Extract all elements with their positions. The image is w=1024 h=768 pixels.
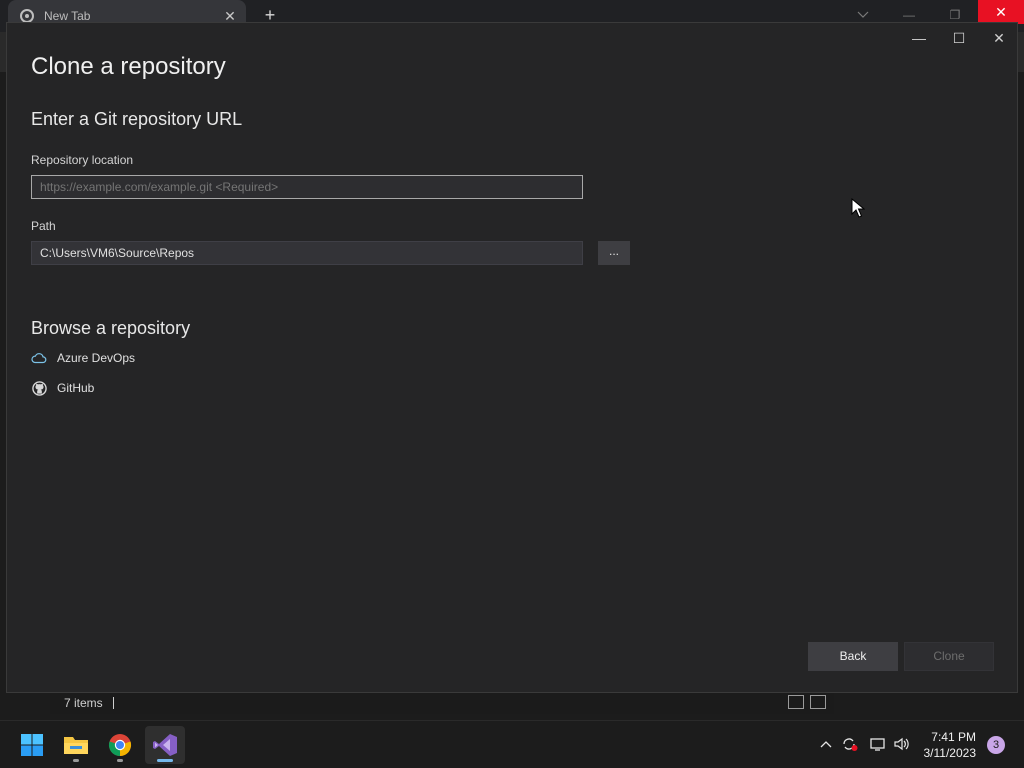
visual-studio-button[interactable] — [145, 726, 185, 764]
repository-location-input[interactable] — [31, 175, 583, 199]
start-button[interactable] — [12, 726, 52, 764]
clone-button[interactable]: Clone — [904, 642, 994, 671]
provider-github[interactable]: GitHub — [31, 378, 94, 398]
chrome-tab-icon — [20, 9, 34, 23]
divider — [112, 696, 114, 709]
active-indicator — [157, 759, 173, 762]
volume-icon[interactable] — [893, 735, 911, 753]
clock-date: 3/11/2023 — [923, 746, 977, 760]
path-input[interactable] — [31, 241, 583, 265]
windows-start-icon — [21, 734, 43, 756]
clock-time: 7:41 PM — [931, 730, 976, 744]
visual-studio-icon — [153, 734, 177, 756]
file-explorer-button[interactable] — [56, 726, 96, 764]
folder-icon — [64, 737, 88, 754]
browser-tab-title: New Tab — [44, 9, 91, 23]
cloud-icon — [31, 350, 47, 366]
network-icon[interactable] — [869, 735, 887, 753]
tiles-view-icon[interactable] — [810, 695, 826, 709]
browse-path-button[interactable]: ... — [598, 241, 630, 265]
items-count: 7 items — [64, 695, 103, 710]
details-view-icon[interactable] — [788, 695, 804, 709]
provider-azure-devops[interactable]: Azure DevOps — [31, 348, 135, 368]
url-section-heading: Enter a Git repository URL — [31, 109, 243, 129]
minimize-icon[interactable]: — — [903, 27, 935, 49]
system-clock[interactable]: 7:41 PM 3/11/2023 — [924, 729, 977, 761]
chrome-icon — [108, 734, 132, 757]
path-label: Path — [31, 219, 56, 233]
chrome-button[interactable] — [100, 726, 140, 764]
repository-location-label: Repository location — [31, 153, 134, 167]
view-mode-icons — [788, 695, 826, 709]
github-icon — [31, 380, 47, 396]
page-title: Clone a repository — [31, 53, 226, 80]
maximize-icon[interactable]: ☐ — [943, 27, 975, 49]
provider-label: Azure DevOps — [57, 351, 136, 365]
running-indicator — [73, 759, 79, 762]
chevron-up-icon[interactable] — [817, 735, 835, 753]
provider-label: GitHub — [57, 381, 95, 395]
browser-close-button[interactable]: ✕ — [978, 0, 1024, 24]
notification-badge[interactable]: 3 — [987, 736, 1005, 754]
browse-section-heading: Browse a repository — [31, 318, 191, 338]
back-button[interactable]: Back — [808, 642, 898, 671]
explorer-status-bar: 7 items — [50, 690, 834, 714]
running-indicator — [117, 759, 123, 762]
mouse-cursor-icon — [851, 198, 865, 218]
taskbar: 7:41 PM 3/11/2023 3 — [0, 720, 1024, 768]
close-icon[interactable]: ✕ — [983, 27, 1015, 49]
sync-icon[interactable] — [841, 735, 859, 753]
clone-repository-dialog: — ☐ ✕ Clone a repository Enter a Git rep… — [6, 22, 1018, 693]
